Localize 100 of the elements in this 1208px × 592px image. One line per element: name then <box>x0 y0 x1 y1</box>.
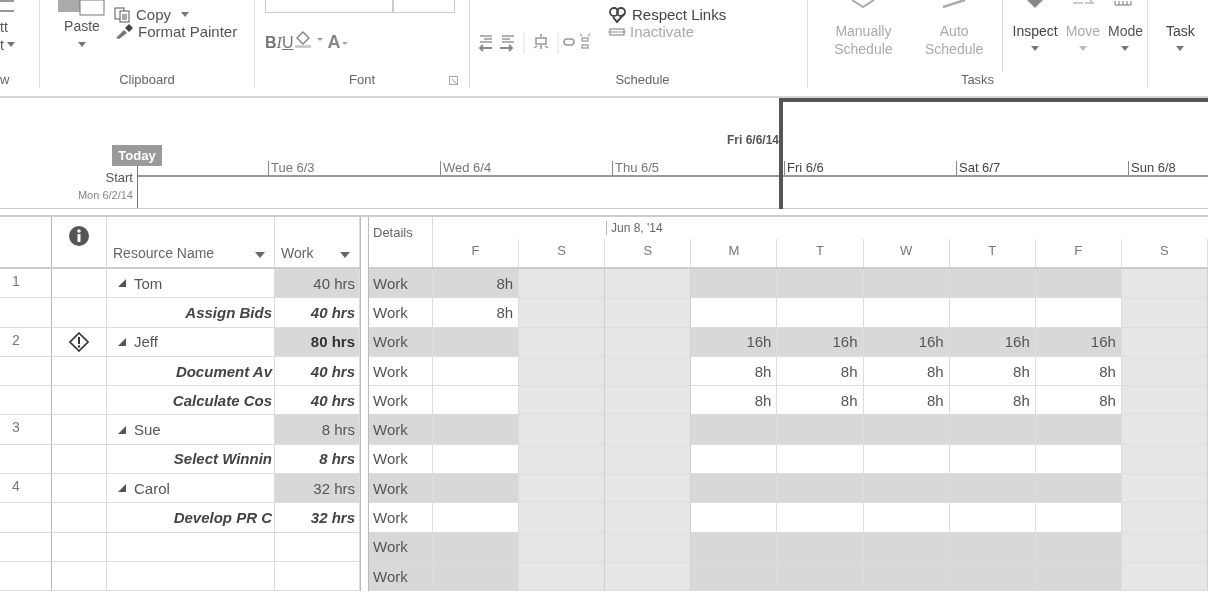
work-value-cell: 8h <box>863 356 950 387</box>
row-number: 2 <box>0 327 52 357</box>
assignment-name: Assign Bids <box>185 303 272 321</box>
day-header: W <box>863 239 950 267</box>
group-label: w <box>0 72 11 88</box>
group-label: Schedule <box>614 72 671 88</box>
caret-icon <box>181 11 190 18</box>
work-cell: 80 hrs <box>275 327 360 357</box>
week-label: Jun 8, '14 <box>606 221 663 235</box>
caret-icon <box>1121 46 1130 52</box>
dropdown-arrow-icon[interactable] <box>254 251 266 259</box>
caret-icon <box>1031 46 1040 52</box>
collapse-icon[interactable] <box>117 424 127 435</box>
table-cell <box>0 386 52 416</box>
group-label: Tasks <box>959 72 996 88</box>
indicator-cell <box>52 532 107 562</box>
detail-cell: Work <box>369 474 433 504</box>
assignment-name: Calculate Cos <box>172 391 272 409</box>
work-value-cell: 8h <box>691 386 778 416</box>
table-cell <box>0 444 52 475</box>
table-cell <box>0 532 52 562</box>
respect-links-button[interactable]: Respect Links <box>608 6 727 23</box>
gantt-chart-dropdown[interactable]: t <box>0 36 15 54</box>
work-value-cell: 8h <box>691 356 778 387</box>
collapse-icon[interactable] <box>117 483 127 494</box>
day-header: F <box>1035 239 1122 267</box>
task-tool-icon <box>851 0 876 8</box>
detail-cell: Work <box>369 415 433 445</box>
task-mode-button[interactable]: Mode <box>1103 0 1147 72</box>
dropdown-arrow-icon[interactable] <box>339 251 351 259</box>
details-header: Details <box>369 217 433 267</box>
info-icon <box>68 225 90 247</box>
detail-cell: Work <box>369 327 433 357</box>
resource-name: Tom <box>134 274 163 292</box>
brush-icon <box>114 23 134 40</box>
caret-icon <box>6 42 15 48</box>
caret-icon <box>1078 46 1087 52</box>
format-painter-button[interactable]: Format Painter <box>114 23 238 40</box>
detail-cell: Work <box>369 561 433 592</box>
today-marker: Today <box>112 145 162 166</box>
detail-cell: Work <box>369 269 433 299</box>
caret-icon <box>1176 46 1185 52</box>
table-cell <box>0 356 52 387</box>
start-label: Start <box>105 170 133 185</box>
row-number: 1 <box>0 269 52 299</box>
row-number: 3 <box>0 415 52 445</box>
task-tool-icon <box>942 0 967 8</box>
bold-button[interactable]: B <box>265 34 277 52</box>
assignment-name: Select Winnin <box>173 450 272 468</box>
day-header: T <box>949 239 1036 267</box>
task-button[interactable]: Task <box>1162 0 1199 88</box>
day-header: S <box>519 239 606 267</box>
work-value-cell: 8h <box>863 386 950 416</box>
warning-icon <box>69 331 89 352</box>
work-cell: 40 hrs <box>275 356 360 387</box>
copy-icon <box>114 6 132 23</box>
strikethrough-bar-icon <box>608 25 626 38</box>
table-cell <box>0 298 52 328</box>
work-value-cell: 16h <box>1035 327 1122 357</box>
work-value-cell: 8h <box>949 386 1036 416</box>
work-cell: 40 hrs <box>275 269 360 299</box>
work-value-cell: 8h <box>777 356 864 387</box>
copy-button[interactable]: Copy <box>114 6 190 23</box>
table-cell <box>0 561 52 592</box>
column-title: Resource Name <box>113 245 215 261</box>
collapse-icon[interactable] <box>117 278 127 289</box>
column-header[interactable]: Work <box>275 217 360 267</box>
column-title: Work <box>281 245 314 261</box>
resource-name: Jeff <box>134 333 158 351</box>
font-color-button[interactable]: A <box>327 32 341 53</box>
start-date: Mon 6/2/14 <box>77 189 133 202</box>
column-header[interactable]: Resource Name <box>107 217 275 267</box>
work-cell: 40 hrs <box>275 298 360 328</box>
collapse-icon[interactable] <box>117 336 127 347</box>
assignment-name: Document Av <box>175 362 272 380</box>
caret-icon <box>78 42 86 48</box>
work-value-cell: 16h <box>863 327 950 357</box>
work-value-cell: 16h <box>777 327 864 357</box>
font-name-field[interactable] <box>265 0 393 13</box>
view-start-date: Fri 6/6/14 <box>726 133 779 147</box>
work-value-cell: 16h <box>691 327 778 357</box>
day-header: S <box>605 239 692 267</box>
group-label: Font <box>349 72 375 88</box>
indicator-cell <box>52 561 107 592</box>
work-value-cell: 8h <box>1035 356 1122 387</box>
table-cell <box>0 503 52 533</box>
work-cell: 8 hrs <box>275 415 360 445</box>
work-value-cell: 8h <box>433 269 520 299</box>
work-value-cell: 8h <box>949 356 1036 387</box>
day-header: M <box>691 239 778 267</box>
view-range-frame[interactable] <box>779 98 1208 209</box>
work-value-cell: 8h <box>777 386 864 416</box>
italic-button[interactable]: I <box>276 34 282 52</box>
task-mode-button[interactable]: Inspect <box>1008 0 1062 72</box>
paste-button[interactable]: Paste <box>64 16 100 48</box>
work-cell: 32 hrs <box>275 474 360 504</box>
gantt-chart-button[interactable]: tt <box>0 18 8 36</box>
detail-cell: Work <box>369 532 433 562</box>
underline-button[interactable]: U <box>281 34 294 52</box>
font-size-field[interactable] <box>393 0 455 13</box>
